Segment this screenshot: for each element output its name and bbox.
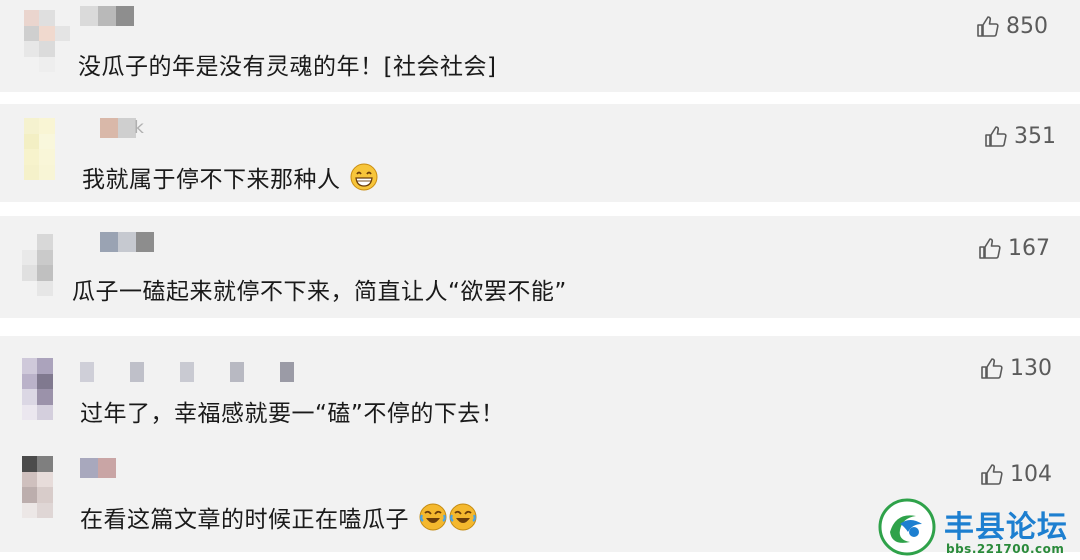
comment-text: 没瓜子的年是没有灵魂的年！[社会社会]	[78, 54, 497, 80]
username-fragment: k	[134, 118, 144, 138]
like-count: 850	[1006, 14, 1048, 39]
like-count: 167	[1008, 236, 1050, 261]
like-button[interactable]: 351	[984, 124, 1056, 149]
thumbs-up-icon	[979, 237, 1001, 259]
avatar[interactable]	[22, 358, 68, 420]
avatar[interactable]	[24, 118, 70, 180]
comment-text: 过年了，幸福感就要一“磕”不停的下去！	[80, 401, 505, 427]
avatar[interactable]	[22, 234, 68, 296]
username[interactable]	[80, 6, 134, 26]
username[interactable]	[80, 458, 116, 478]
like-button[interactable]: 104	[980, 462, 1052, 487]
laugh-cry-emoji-icon	[449, 503, 477, 531]
forum-logo-icon	[878, 498, 936, 556]
comment-text-body: 我就属于停不下来那种人	[82, 167, 341, 193]
username[interactable]	[100, 232, 154, 252]
comment-card: 瓜子一磕起来就停不下来，简直让人“欲罢不能” 167	[0, 216, 1080, 318]
comment-text: 在看这篇文章的时候正在嗑瓜子	[80, 500, 477, 534]
thumbs-up-icon	[985, 125, 1007, 147]
comment-card: 没瓜子的年是没有灵魂的年！[社会社会] 850	[0, 0, 1080, 92]
avatar[interactable]	[24, 10, 70, 72]
comment-text: 我就属于停不下来那种人	[82, 160, 378, 194]
watermark-title: 丰县论坛	[944, 510, 1068, 545]
watermark: 丰县论坛 bbs.221700.com	[878, 498, 1078, 560]
thumbs-up-icon	[981, 463, 1003, 485]
like-button[interactable]: 130	[980, 356, 1052, 381]
comment-card: k 我就属于停不下来那种人 351	[0, 104, 1080, 202]
comment-text: 瓜子一磕起来就停不下来，简直让人“欲罢不能”	[72, 279, 567, 305]
like-count: 351	[1014, 124, 1056, 149]
username[interactable]	[80, 362, 294, 382]
like-count: 130	[1010, 356, 1052, 381]
like-button[interactable]: 850	[976, 14, 1048, 39]
laugh-cry-emoji-icon	[419, 503, 447, 531]
comment-card: 过年了，幸福感就要一“磕”不停的下去！ 130	[0, 336, 1080, 440]
comment-text-body: 在看这篇文章的时候正在嗑瓜子	[80, 507, 409, 533]
grinning-emoji-icon	[350, 163, 378, 191]
username[interactable]	[100, 118, 136, 138]
avatar[interactable]	[22, 456, 68, 518]
thumbs-up-icon	[981, 357, 1003, 379]
like-count: 104	[1010, 462, 1052, 487]
watermark-url: bbs.221700.com	[946, 542, 1065, 556]
thumbs-up-icon	[977, 15, 999, 37]
like-button[interactable]: 167	[978, 236, 1050, 261]
